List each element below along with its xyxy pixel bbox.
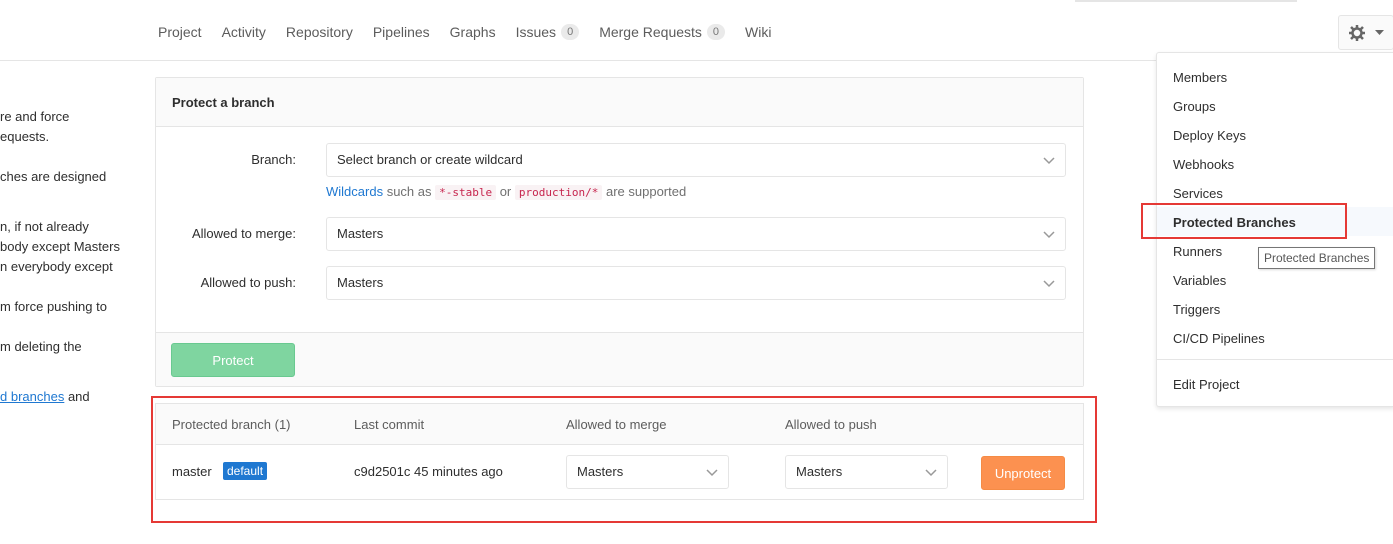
row-merge-value: Masters <box>577 464 624 479</box>
branch-name: master <box>172 464 212 479</box>
tab-label: Wiki <box>745 24 772 40</box>
tab-pipelines[interactable]: Pipelines <box>373 24 430 40</box>
menu-item-triggers[interactable]: Triggers <box>1173 302 1220 317</box>
row-push-value: Masters <box>796 464 843 479</box>
allowed-to-merge-label: Allowed to merge: <box>191 226 296 241</box>
description-line: n everybody except <box>0 259 113 274</box>
tab-label: Project <box>158 24 202 40</box>
link-suffix: and <box>64 389 90 404</box>
menu-item-services[interactable]: Services <box>1173 186 1223 201</box>
tab-merge-requests[interactable]: Merge Requests 0 <box>599 24 726 40</box>
hint-text: are supported <box>602 184 687 199</box>
description-line: m deleting the <box>0 339 82 354</box>
menu-item-members[interactable]: Members <box>1173 70 1227 85</box>
description-line: body except Masters <box>0 239 120 254</box>
project-tabs: Project Activity Repository Pipelines Gr… <box>158 24 791 40</box>
menu-item-runners[interactable]: Runners <box>1173 244 1222 259</box>
panel-footer: Protect <box>156 332 1083 386</box>
menu-item-ci-cd-pipelines[interactable]: CI/CD Pipelines <box>1173 331 1265 346</box>
description-line: n, if not already <box>0 219 89 234</box>
tab-label: Graphs <box>449 24 496 40</box>
tab-issues[interactable]: Issues 0 <box>516 24 580 40</box>
protected-branches-doc-link[interactable]: d branches <box>0 389 64 404</box>
merge-requests-count-badge: 0 <box>706 24 726 40</box>
header-protected-branch: Protected branch (1) <box>172 417 291 432</box>
unprotect-button[interactable]: Unprotect <box>981 456 1065 490</box>
chevron-down-icon <box>1043 157 1055 165</box>
branch-select[interactable]: Select branch or create wildcard <box>326 143 1066 177</box>
description-line: equests. <box>0 129 50 144</box>
row-allowed-to-merge-select[interactable]: Masters <box>566 455 729 489</box>
protect-button[interactable]: Protect <box>171 343 295 377</box>
table-row: master default c9d2501c 45 minutes ago M… <box>156 445 1083 499</box>
tab-label: Merge Requests <box>599 24 702 40</box>
settings-dropdown-button[interactable] <box>1338 15 1393 50</box>
allowed-to-push-label: Allowed to push: <box>200 275 296 290</box>
tab-activity[interactable]: Activity <box>222 24 266 40</box>
description-line: re and force <box>0 109 70 124</box>
hint-code-stable: *-stable <box>435 185 497 200</box>
tab-graphs[interactable]: Graphs <box>450 24 496 40</box>
last-commit: c9d2501c 45 minutes ago <box>354 464 503 479</box>
description-link-line: d branches and <box>0 389 90 404</box>
allowed-to-merge-select[interactable]: Masters <box>326 217 1066 251</box>
chevron-down-icon <box>1043 231 1055 239</box>
highlight-box-menu-item <box>1141 203 1347 239</box>
tab-label: Pipelines <box>372 24 430 40</box>
hint-text: or <box>496 184 515 199</box>
menu-item-variables[interactable]: Variables <box>1173 273 1226 288</box>
gear-icon <box>1348 24 1365 41</box>
hint-code-production: production/* <box>514 185 603 200</box>
branch-label: Branch: <box>251 152 296 167</box>
tab-label: Issues <box>515 24 557 40</box>
protected-branches-table: Protected branch (1) Last commit Allowed… <box>155 403 1084 500</box>
tab-repository[interactable]: Repository <box>286 24 353 40</box>
header-last-commit: Last commit <box>354 417 425 432</box>
chevron-down-icon <box>706 469 718 477</box>
allowed-to-merge-value: Masters <box>337 226 384 241</box>
table-header: Protected branch (1) Last commit Allowed… <box>156 404 1083 445</box>
allowed-to-push-value: Masters <box>337 275 384 290</box>
row-allowed-to-push-select[interactable]: Masters <box>785 455 948 489</box>
tab-label: Repository <box>285 24 353 40</box>
default-badge: default <box>223 462 268 480</box>
description-line: ches are designed <box>0 169 107 184</box>
search-field-edge <box>1075 0 1297 2</box>
menu-item-edit-project[interactable]: Edit Project <box>1173 377 1239 392</box>
branch-select-placeholder: Select branch or create wildcard <box>337 152 523 167</box>
description-line: m force pushing to <box>0 299 107 314</box>
wildcard-hint: Wildcards such as *-stable or production… <box>326 184 687 200</box>
chevron-down-icon <box>925 469 937 477</box>
tab-label: Activity <box>221 24 266 40</box>
panel-title: Protect a branch <box>156 78 1083 127</box>
tooltip: Protected Branches <box>1258 247 1376 269</box>
menu-item-webhooks[interactable]: Webhooks <box>1173 157 1234 172</box>
allowed-to-push-select[interactable]: Masters <box>326 266 1066 300</box>
header-allowed-to-push: Allowed to push <box>785 417 877 432</box>
wildcards-link[interactable]: Wildcards <box>326 184 383 199</box>
issues-count-badge: 0 <box>561 24 580 40</box>
tab-project[interactable]: Project <box>158 24 202 40</box>
menu-item-deploy-keys[interactable]: Deploy Keys <box>1173 128 1246 143</box>
menu-item-groups[interactable]: Groups <box>1173 99 1216 114</box>
menu-divider <box>1157 359 1393 360</box>
tab-wiki[interactable]: Wiki <box>745 24 771 40</box>
caret-down-icon <box>1374 29 1384 35</box>
header-allowed-to-merge: Allowed to merge <box>566 417 667 432</box>
chevron-down-icon <box>1043 280 1055 288</box>
hint-text: such as <box>383 184 436 199</box>
protect-branch-panel: Protect a branch Branch: Select branch o… <box>155 77 1084 387</box>
